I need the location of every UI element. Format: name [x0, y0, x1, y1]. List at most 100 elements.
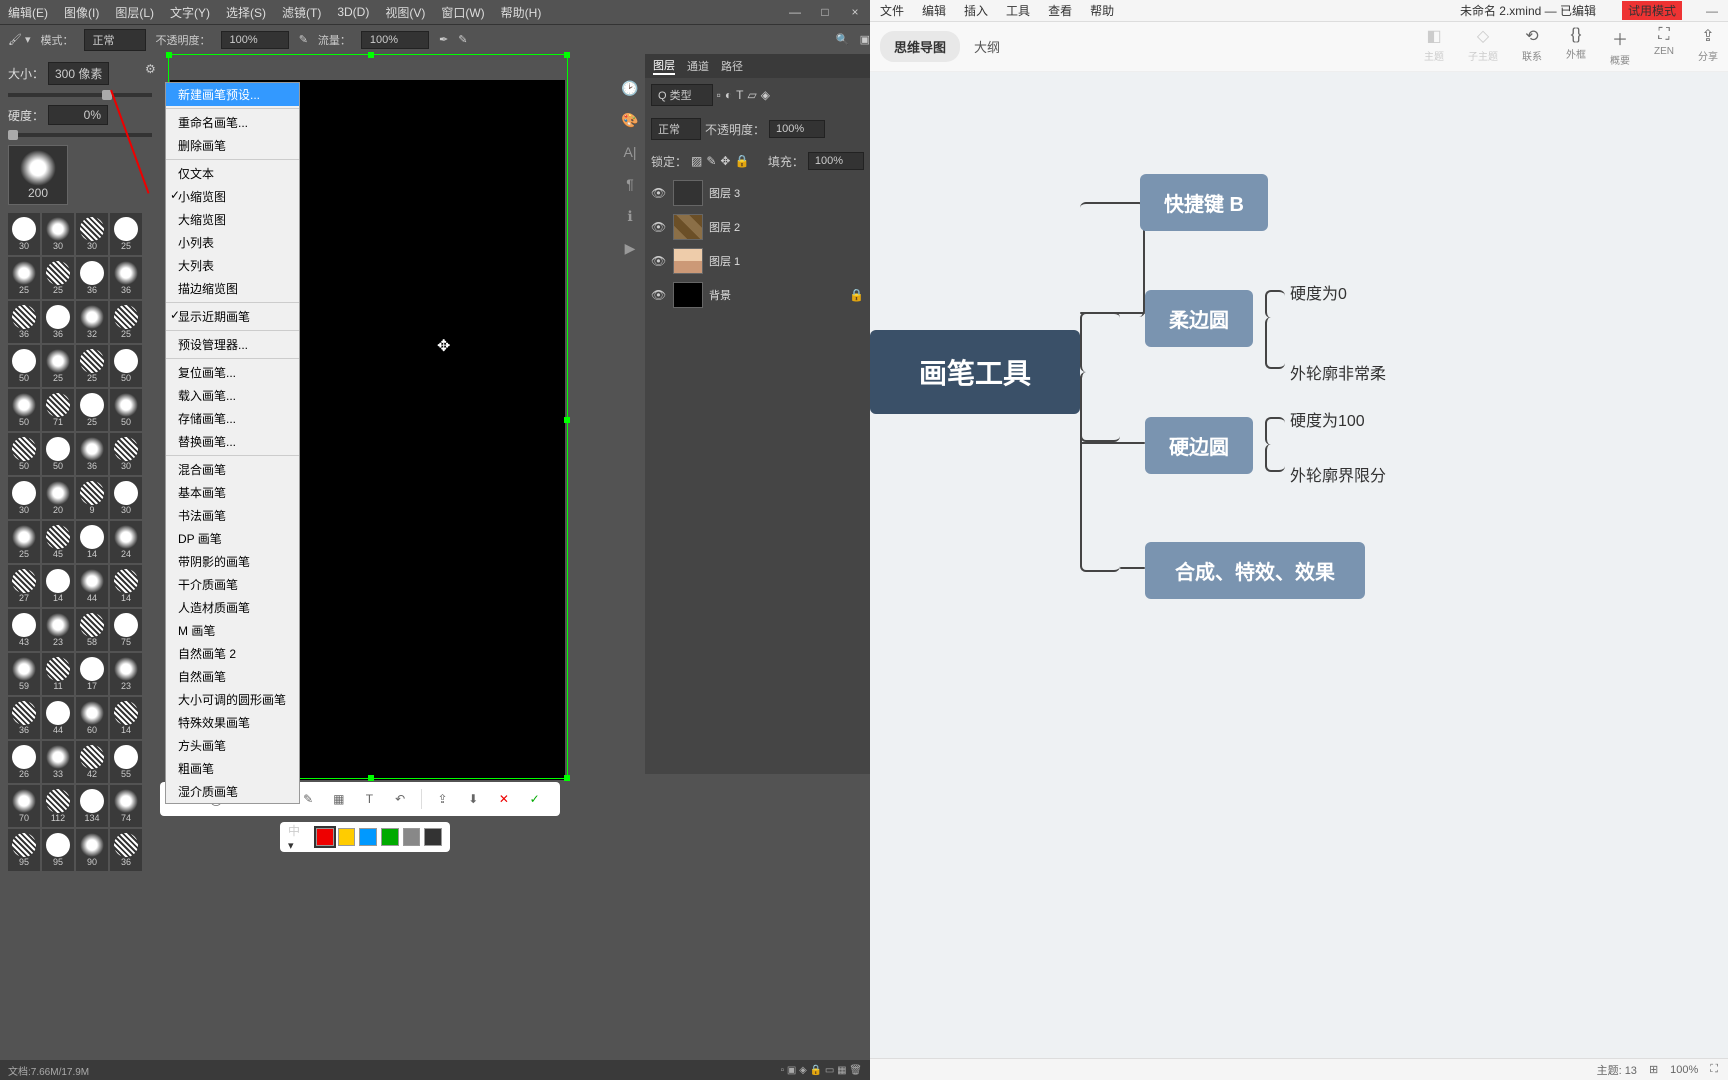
lock-trans-icon[interactable]: ▨	[691, 154, 702, 168]
brush-preset[interactable]: 59	[8, 653, 40, 695]
menu-sq[interactable]: 方头画笔	[166, 734, 299, 757]
gear-icon[interactable]: ⚙	[145, 62, 161, 78]
brush-preset[interactable]: 32	[76, 301, 108, 343]
brush-preset[interactable]: 11	[42, 653, 74, 695]
lock-pos-icon[interactable]: ✥	[720, 154, 730, 168]
zoom-value[interactable]: 100%	[1670, 1064, 1698, 1076]
mindmap-canvas[interactable]: 画笔工具 快捷键 B 柔边圆 硬度为0 外轮廓非常柔 硬边圆 硬度为100 外轮…	[870, 72, 1728, 1058]
tab-channels[interactable]: 通道	[687, 58, 709, 74]
brush-preset[interactable]: 74	[110, 785, 142, 827]
brush-preset[interactable]: 60	[76, 697, 108, 739]
layer-row[interactable]: 👁图层 3	[645, 176, 870, 210]
menu-nat[interactable]: 自然画笔	[166, 665, 299, 688]
menu-save[interactable]: 存储画笔...	[166, 407, 299, 430]
search-icon[interactable]: 🔍	[836, 33, 850, 46]
menu-show-recent[interactable]: 显示近期画笔	[166, 305, 299, 328]
lock-all-icon[interactable]: 🔒	[734, 154, 749, 168]
brush-preset[interactable]: 50	[42, 433, 74, 475]
menu-basic[interactable]: 基本画笔	[166, 481, 299, 504]
menu-large-thumb[interactable]: 大缩览图	[166, 208, 299, 231]
text-tool[interactable]: T	[359, 789, 379, 809]
tab-layers[interactable]: 图层	[653, 57, 675, 75]
filter-type-icon[interactable]: T	[736, 88, 743, 102]
xm-menu-file[interactable]: 文件	[880, 2, 904, 19]
brush-preset[interactable]: 44	[42, 697, 74, 739]
brush-preset[interactable]: 90	[76, 829, 108, 871]
visibility-icon[interactable]: 👁	[651, 186, 667, 200]
brush-preset[interactable]: 134	[76, 785, 108, 827]
mosaic-tool[interactable]: ▦	[329, 789, 349, 809]
menu-text-only[interactable]: 仅文本	[166, 162, 299, 185]
brush-preset[interactable]: 50	[8, 433, 40, 475]
download-button[interactable]: ⬇	[463, 789, 483, 809]
menu-stroke-thumb[interactable]: 描边缩览图	[166, 277, 299, 300]
node-soft-c2[interactable]: 外轮廓非常柔	[1290, 360, 1386, 384]
brush-preset[interactable]: 23	[42, 609, 74, 651]
menu-dp[interactable]: DP 画笔	[166, 527, 299, 550]
xmind-tool[interactable]: {}外框	[1566, 26, 1586, 67]
brush-preset[interactable]: 58	[76, 609, 108, 651]
tab-outline[interactable]: 大纲	[960, 31, 1014, 62]
cancel-button[interactable]: ✕	[494, 789, 514, 809]
layer-row[interactable]: 👁背景🔒	[645, 278, 870, 312]
menu-dry[interactable]: 干介质画笔	[166, 573, 299, 596]
brush-preset[interactable]: 50	[110, 389, 142, 431]
fit-icon[interactable]: ⛶	[1710, 1063, 1718, 1076]
visibility-icon[interactable]: 👁	[651, 254, 667, 268]
menu-image[interactable]: 图像(I)	[64, 4, 99, 21]
color-yellow[interactable]	[338, 828, 356, 846]
fill-value[interactable]: 100%	[808, 152, 864, 170]
menu-fx[interactable]: 特殊效果画笔	[166, 711, 299, 734]
brush-preset[interactable]: 42	[76, 741, 108, 783]
brush-preset[interactable]: 26	[8, 741, 40, 783]
xm-min-icon[interactable]: —	[1706, 4, 1718, 18]
airbrush-icon[interactable]: ✒	[439, 33, 448, 46]
brush-preset[interactable]: 30	[8, 213, 40, 255]
filter-adjust-icon[interactable]: ◐	[725, 88, 732, 102]
brush-preset[interactable]: 25	[42, 257, 74, 299]
brush-preset[interactable]: 50	[8, 345, 40, 387]
share-button[interactable]: ⇪	[433, 789, 453, 809]
confirm-button[interactable]: ✓	[525, 789, 545, 809]
workspace-icon[interactable]: ▣	[860, 33, 870, 46]
brush-preset[interactable]: 55	[110, 741, 142, 783]
menu-select[interactable]: 选择(S)	[226, 4, 266, 21]
xmind-tool[interactable]: ⟲联系	[1522, 26, 1542, 67]
zoom-icon[interactable]: ⊞	[1649, 1063, 1658, 1076]
xmind-tool[interactable]: ⛶ZEN	[1654, 26, 1674, 67]
pen-tool[interactable]: ✎	[298, 789, 318, 809]
brush-preset[interactable]: 24	[110, 521, 142, 563]
tab-paths[interactable]: 路径	[721, 58, 743, 74]
menu-window[interactable]: 窗口(W)	[441, 4, 484, 21]
menu-adj[interactable]: 大小可调的圆形画笔	[166, 688, 299, 711]
brush-preset[interactable]: 30	[42, 213, 74, 255]
brush-preset[interactable]: 30	[8, 477, 40, 519]
flow-value[interactable]: 100%	[361, 31, 429, 49]
pressure-size-icon[interactable]: ✎	[458, 33, 467, 46]
menu-small-list[interactable]: 小列表	[166, 231, 299, 254]
brush-preset[interactable]: 70	[8, 785, 40, 827]
brush-preset[interactable]: 9	[76, 477, 108, 519]
brush-preset[interactable]: 14	[42, 565, 74, 607]
menu-3d[interactable]: 3D(D)	[337, 5, 369, 19]
menu-wet[interactable]: 湿介质画笔	[166, 780, 299, 803]
xm-menu-insert[interactable]: 插入	[964, 2, 988, 19]
brush-preset[interactable]: 25	[8, 521, 40, 563]
xm-menu-tools[interactable]: 工具	[1006, 2, 1030, 19]
menu-rename[interactable]: 重命名画笔...	[166, 111, 299, 134]
filter-smart-icon[interactable]: ◈	[761, 88, 770, 102]
brush-preset[interactable]: 44	[76, 565, 108, 607]
brush-preset[interactable]: 14	[76, 521, 108, 563]
menu-view[interactable]: 视图(V)	[385, 4, 425, 21]
menu-mixed[interactable]: 混合画笔	[166, 458, 299, 481]
layer-row[interactable]: 👁图层 1	[645, 244, 870, 278]
brush-preset[interactable]: 75	[110, 609, 142, 651]
size-slider[interactable]	[8, 93, 152, 97]
char-icon[interactable]: A|	[620, 144, 640, 164]
brush-preset[interactable]: 33	[42, 741, 74, 783]
brush-tool-icon[interactable]: 🖌 ▾	[8, 33, 31, 46]
brush-preset[interactable]: 25	[76, 389, 108, 431]
menu-nat2[interactable]: 自然画笔 2	[166, 642, 299, 665]
opacity-value[interactable]: 100%	[769, 120, 825, 138]
mode-select[interactable]: 正常	[84, 29, 146, 51]
